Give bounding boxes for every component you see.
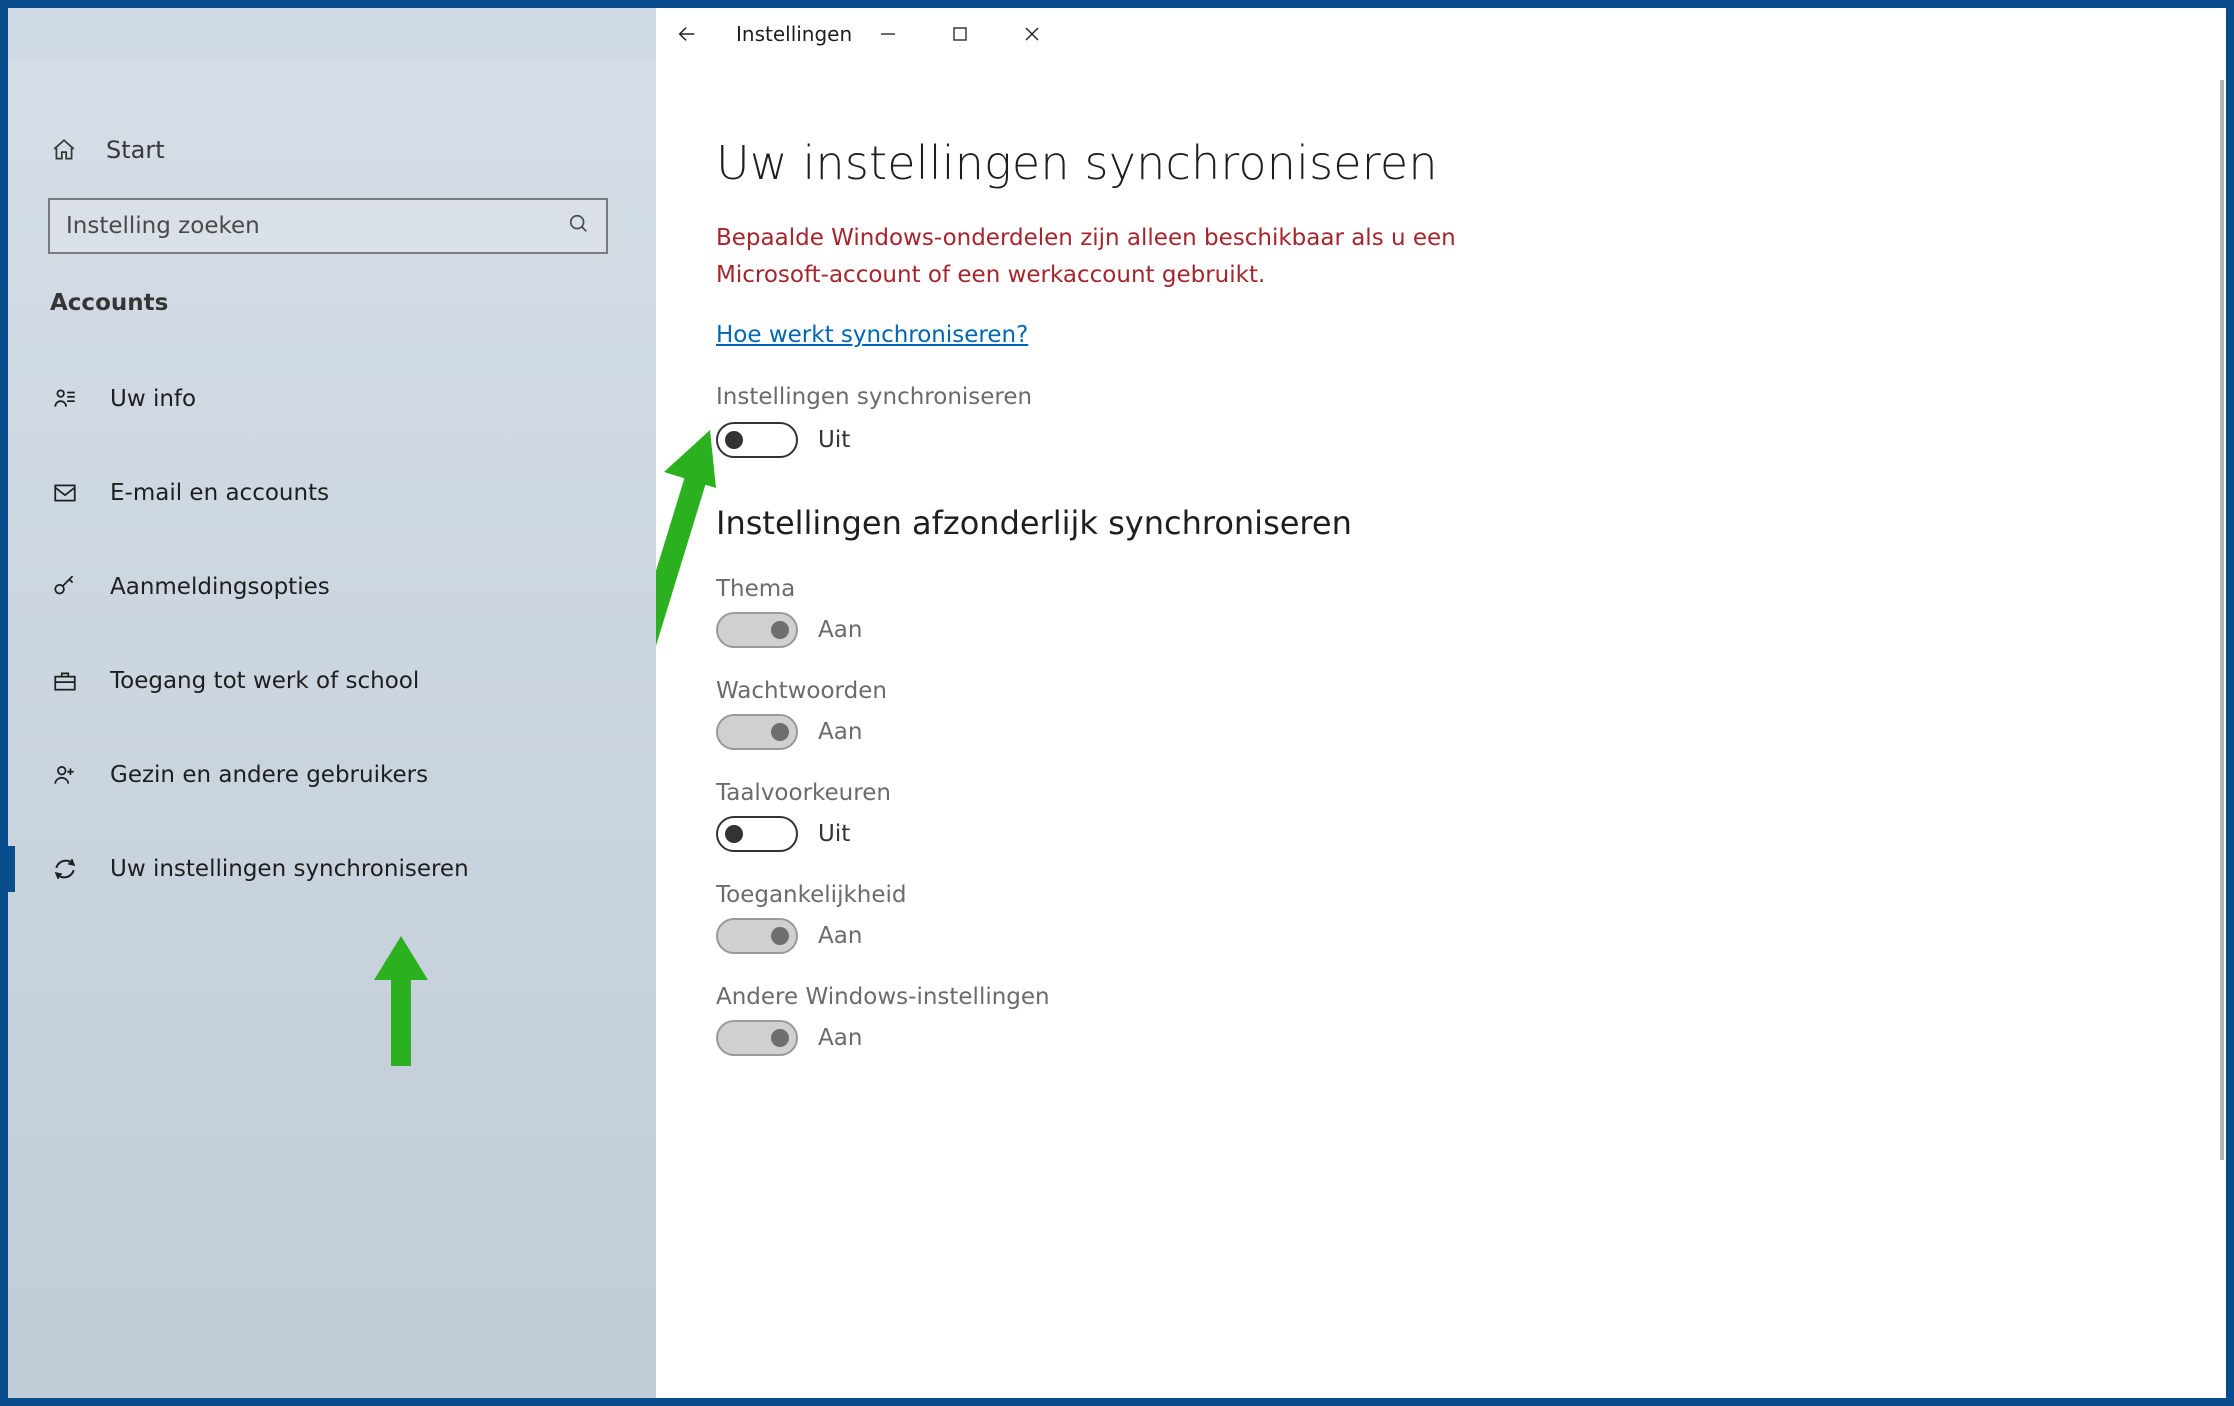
close-button[interactable]	[996, 8, 1068, 60]
briefcase-icon	[50, 666, 80, 696]
people-icon	[50, 760, 80, 790]
arrow-left-icon	[676, 23, 698, 45]
maximize-icon	[952, 26, 968, 42]
accessibility-toggle[interactable]	[716, 918, 798, 954]
theme-toggle[interactable]	[716, 612, 798, 648]
minimize-button[interactable]	[852, 8, 924, 60]
sidebar-item-work-school[interactable]: Toegang tot werk of school	[8, 634, 656, 728]
annotation-arrow-icon	[356, 936, 446, 1066]
sidebar-item-your-info[interactable]: Uw info	[8, 352, 656, 446]
sidebar-item-family-users[interactable]: Gezin en andere gebruikers	[8, 728, 656, 822]
titlebar: Instellingen	[8, 8, 2226, 60]
sidebar-item-label: Uw info	[110, 386, 196, 412]
sidebar-item-label: Uw instellingen synchroniseren	[110, 856, 469, 882]
setting-label: Toegankelijkheid	[716, 882, 2226, 908]
toggle-state-text: Uit	[818, 427, 850, 453]
toggle-state-text: Aan	[818, 719, 862, 745]
minimize-icon	[880, 26, 896, 42]
back-button[interactable]	[656, 8, 718, 60]
sync-settings-toggle[interactable]	[716, 422, 798, 458]
language-prefs-toggle[interactable]	[716, 816, 798, 852]
warning-text: Bepaalde Windows-onderdelen zijn alleen …	[716, 220, 1516, 294]
content-area: Uw instellingen synchroniseren Bepaalde …	[656, 60, 2226, 1398]
toggle-state-text: Aan	[818, 1025, 862, 1051]
home-label: Start	[106, 136, 165, 164]
key-icon	[50, 572, 80, 602]
section-label: Accounts	[8, 272, 656, 330]
sidebar-item-sync-settings[interactable]: Uw instellingen synchroniseren	[8, 822, 656, 916]
home-button[interactable]: Start	[8, 114, 656, 186]
nav-list: Uw info E-mail en accounts Aanmeldingsop…	[8, 330, 656, 916]
setting-label: Wachtwoorden	[716, 678, 2226, 704]
close-icon	[1024, 26, 1040, 42]
search-icon	[568, 213, 590, 240]
main-toggle-label: Instellingen synchroniseren	[716, 384, 2226, 410]
sidebar-item-email-accounts[interactable]: E-mail en accounts	[8, 446, 656, 540]
mail-icon	[50, 478, 80, 508]
search-input[interactable]	[66, 213, 568, 239]
home-icon	[50, 136, 78, 164]
toggle-state-text: Aan	[818, 617, 862, 643]
setting-label: Andere Windows-instellingen	[716, 984, 2226, 1010]
sub-heading: Instellingen afzonderlijk synchroniseren	[716, 504, 2226, 542]
setting-label: Thema	[716, 576, 2226, 602]
setting-label: Taalvoorkeuren	[716, 780, 2226, 806]
maximize-button[interactable]	[924, 8, 996, 60]
toggle-state-text: Aan	[818, 923, 862, 949]
scrollbar[interactable]	[2220, 80, 2224, 1160]
sidebar: Start Accounts Uw info	[8, 60, 656, 1398]
sync-icon	[50, 854, 80, 884]
settings-window: Instellingen Start	[8, 8, 2226, 1398]
page-title: Uw instellingen synchroniseren	[716, 136, 2226, 190]
toggle-state-text: Uit	[818, 821, 850, 847]
sidebar-item-label: Aanmeldingsopties	[110, 574, 330, 600]
sidebar-item-label: Toegang tot werk of school	[110, 668, 419, 694]
search-box[interactable]	[48, 198, 608, 254]
window-title: Instellingen	[718, 22, 852, 46]
other-windows-settings-toggle[interactable]	[716, 1020, 798, 1056]
sidebar-item-signin-options[interactable]: Aanmeldingsopties	[8, 540, 656, 634]
passwords-toggle[interactable]	[716, 714, 798, 750]
sidebar-item-label: E-mail en accounts	[110, 480, 329, 506]
help-link[interactable]: Hoe werkt synchroniseren?	[716, 322, 2226, 348]
sidebar-item-label: Gezin en andere gebruikers	[110, 762, 428, 788]
user-info-icon	[50, 384, 80, 414]
